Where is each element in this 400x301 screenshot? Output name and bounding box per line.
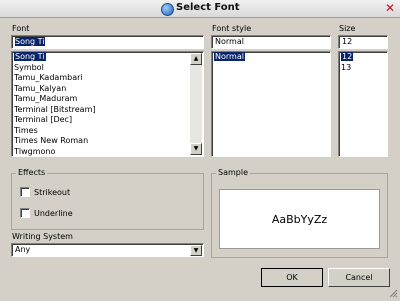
font-list-item[interactable]: Tamu_Maduram bbox=[12, 94, 203, 105]
sample-label: Sample bbox=[216, 168, 250, 177]
size-list-item[interactable]: 13 bbox=[339, 63, 387, 74]
sample-text: AaBbYyZz bbox=[271, 213, 328, 226]
size-list[interactable]: 12 13 bbox=[338, 51, 388, 157]
font-list-item-label: Song Ti bbox=[14, 52, 46, 61]
cancel-button[interactable]: Cancel bbox=[328, 268, 390, 287]
size-input-value: 12 bbox=[342, 37, 353, 46]
sample-preview: AaBbYyZz bbox=[219, 189, 380, 249]
font-list-item[interactable]: Tamu_Kalyan bbox=[12, 84, 203, 95]
underline-checkbox[interactable] bbox=[20, 208, 30, 218]
chevron-down-icon[interactable]: ▼ bbox=[190, 245, 202, 256]
font-style-list-items: Normal bbox=[212, 52, 330, 63]
title-bar[interactable]: Select Font ✕ bbox=[0, 0, 400, 18]
font-list-item[interactable]: Tamu_Kadambari bbox=[12, 73, 203, 84]
font-style-input[interactable]: Normal bbox=[211, 35, 331, 49]
size-list-items: 12 13 bbox=[339, 52, 387, 73]
font-list-items: Song Ti Symbol Tamu_Kadambari Tamu_Kalyan Ta… bbox=[12, 52, 203, 157]
font-label: Font bbox=[12, 24, 30, 33]
size-list-item[interactable]: 12 bbox=[339, 52, 387, 63]
font-style-label: Font style bbox=[212, 24, 252, 33]
font-list-item[interactable]: Times New Roman bbox=[12, 136, 203, 147]
font-input[interactable]: Song Ti bbox=[11, 35, 204, 49]
font-list-item-label: Tamu_Kalyan bbox=[14, 83, 67, 93]
resize-grip-icon[interactable] bbox=[389, 289, 398, 298]
font-style-list-item[interactable]: Normal bbox=[212, 52, 330, 63]
app-icon bbox=[161, 3, 174, 16]
size-label: Size bbox=[339, 24, 356, 33]
ok-button[interactable]: OK bbox=[261, 268, 323, 287]
size-list-item-label: 13 bbox=[341, 62, 352, 72]
font-list-item-label: Times New Roman bbox=[14, 136, 89, 145]
window-title: Select Font bbox=[176, 2, 240, 13]
font-list-item-label: Tlwgmono bbox=[14, 146, 56, 156]
font-input-value: Song Ti bbox=[15, 37, 45, 46]
size-list-item-label: 12 bbox=[341, 52, 354, 61]
font-list-item[interactable]: Terminal [Bitstream] bbox=[12, 105, 203, 116]
font-list-scrollbar[interactable]: ▲ ▼ bbox=[190, 53, 202, 155]
size-input[interactable]: 12 bbox=[338, 35, 388, 49]
close-button[interactable]: ✕ bbox=[383, 1, 397, 15]
writing-system-select[interactable]: Any ▼ bbox=[11, 243, 204, 257]
strikeout-label[interactable]: Strikeout bbox=[34, 188, 70, 197]
scroll-up-icon[interactable]: ▲ bbox=[190, 53, 202, 65]
scroll-down-icon[interactable]: ▼ bbox=[190, 143, 202, 155]
writing-system-label: Writing System bbox=[12, 232, 73, 241]
font-list-item[interactable]: Song Ti bbox=[12, 52, 203, 63]
font-list-item[interactable]: Symbol bbox=[12, 63, 203, 74]
font-style-list[interactable]: Normal bbox=[211, 51, 331, 157]
font-list-item-label: Symbol bbox=[14, 62, 44, 72]
font-list-item[interactable]: Tlwgmono bbox=[12, 146, 203, 157]
strikeout-checkbox[interactable] bbox=[20, 187, 30, 197]
font-list-item[interactable]: Times bbox=[12, 126, 203, 137]
font-list-item[interactable]: Terminal [Dec] bbox=[12, 115, 203, 126]
font-style-list-item-label: Normal bbox=[214, 52, 245, 61]
effects-group bbox=[11, 173, 204, 230]
font-list-item-label: Terminal [Dec] bbox=[14, 115, 73, 124]
font-list-item-label: Terminal [Bitstream] bbox=[14, 104, 96, 114]
font-list-item-label: Times bbox=[14, 125, 38, 135]
font-list-item-label: Tamu_Maduram bbox=[14, 94, 78, 103]
font-list[interactable]: Song Ti Symbol Tamu_Kadambari Tamu_Kalyan Ta… bbox=[11, 51, 204, 157]
font-style-input-value: Normal bbox=[215, 37, 244, 46]
effects-label: Effects bbox=[16, 168, 48, 177]
underline-label[interactable]: Underline bbox=[34, 209, 73, 218]
writing-system-value: Any bbox=[15, 245, 31, 254]
font-list-item-label: Tamu_Kadambari bbox=[14, 73, 83, 82]
